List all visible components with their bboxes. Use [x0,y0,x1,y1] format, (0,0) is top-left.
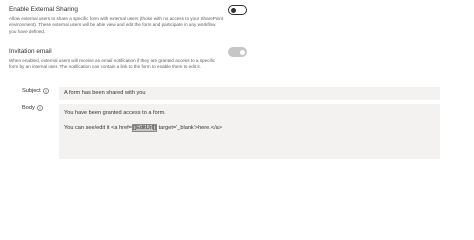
body-textarea[interactable]: You have been granted access to a form. … [59,104,440,159]
external-sharing-title: Enable External Sharing [9,6,78,13]
toggle-knob [240,49,245,55]
external-sharing-description: Allow external users to share a specific… [9,16,224,34]
invitation-email-title: Invitation email [9,48,52,55]
body-blank-line [64,117,440,125]
body-label: Body [22,105,43,111]
body-line-2-prefix: You can see/edit it <a href=' [64,125,133,131]
toggle-knob [231,7,236,13]
body-line-2-suffix: ' target='_blank'>here.</a> [155,125,223,131]
invitation-email-description: When enabled, external users will receiv… [9,58,216,70]
body-line-2: You can see/edit it <a href='[[EditUrl]]… [64,124,440,132]
edit-url-token[interactable]: [[EditUrl]] [131,124,157,132]
subject-input[interactable]: A form has been shared with you [59,87,440,100]
body-line-1: You have been granted access to a form. [64,110,166,116]
subject-label: Subject [22,88,49,94]
body-label-text: Body [22,105,35,111]
info-icon[interactable] [42,88,49,94]
external-sharing-toggle[interactable] [228,5,247,15]
invitation-email-toggle[interactable] [228,47,247,57]
subject-label-text: Subject [22,88,41,94]
info-icon[interactable] [36,105,43,111]
